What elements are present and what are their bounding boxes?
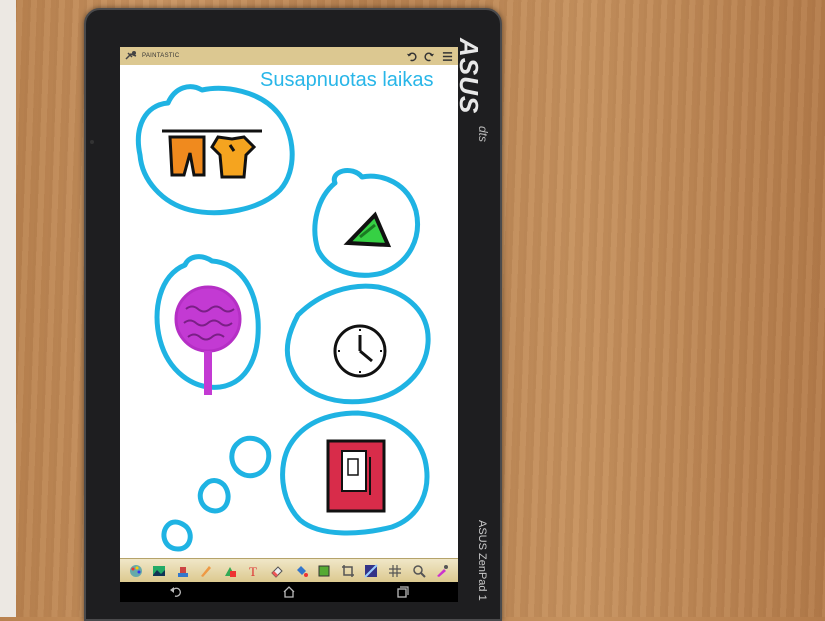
wall-edge	[0, 0, 16, 617]
brush-size-button[interactable]	[175, 563, 191, 579]
redo-button[interactable]	[422, 49, 436, 63]
redo-icon	[423, 51, 434, 61]
app-logo-icon[interactable]	[124, 49, 138, 63]
triangle-drawing	[343, 211, 392, 248]
recent-apps-button[interactable]	[392, 584, 412, 600]
tool-bar: T	[120, 558, 458, 582]
fill-bucket-icon	[296, 565, 308, 577]
undo-icon	[406, 51, 417, 61]
home-button[interactable]	[279, 584, 299, 600]
background-icon	[364, 563, 379, 578]
text-icon: T	[249, 564, 257, 578]
text-button[interactable]: T	[246, 563, 262, 579]
background-button[interactable]	[363, 563, 379, 579]
front-camera	[90, 140, 94, 144]
brush-size-icon	[177, 566, 188, 577]
palette-icon	[129, 564, 142, 577]
crop-icon	[341, 564, 354, 577]
palette-button[interactable]	[128, 563, 144, 579]
clock-drawing	[333, 324, 387, 378]
tablet-screen: PAINTASTIC Susapnuotas laikas T	[120, 47, 458, 602]
zoom-icon	[412, 564, 426, 578]
back-icon	[170, 587, 182, 597]
app-title: PAINTASTIC	[142, 53, 180, 59]
undo-button[interactable]	[404, 49, 418, 63]
thought-bubble-medium	[197, 478, 231, 514]
fill-bucket-button[interactable]	[293, 563, 309, 579]
image-button[interactable]	[151, 563, 167, 579]
menu-icon	[442, 51, 452, 61]
door-drawing	[326, 439, 386, 513]
crop-button[interactable]	[340, 563, 356, 579]
dts-badge: dts	[476, 126, 490, 143]
recent-apps-icon	[396, 586, 409, 598]
layer-icon	[318, 565, 330, 576]
layer-button[interactable]	[316, 563, 332, 579]
shapes-icon	[225, 566, 237, 577]
app-bar: PAINTASTIC	[120, 47, 458, 65]
grid-icon	[388, 564, 401, 577]
image-icon	[153, 565, 166, 576]
device-model-label: ASUS ZenPad 1	[476, 520, 488, 601]
drawing-layer	[135, 84, 431, 552]
drawing-canvas[interactable]: Susapnuotas laikas	[120, 65, 458, 558]
eyedropper-icon	[437, 564, 449, 577]
svg-text:T: T	[249, 564, 257, 578]
thought-bubble-large	[229, 435, 272, 479]
shapes-button[interactable]	[222, 563, 238, 579]
back-button[interactable]	[166, 584, 186, 600]
grid-button[interactable]	[387, 563, 403, 579]
eraser-icon	[271, 565, 283, 578]
android-nav-bar	[120, 582, 458, 602]
pencil-button[interactable]	[198, 563, 214, 579]
pencil-icon	[201, 565, 212, 577]
zoom-button[interactable]	[411, 563, 427, 579]
clothes-drawing	[162, 129, 262, 179]
eraser-button[interactable]	[269, 563, 285, 579]
home-icon	[283, 586, 295, 598]
thought-bubble-small	[161, 519, 193, 552]
eyedropper-button[interactable]	[434, 563, 450, 579]
menu-button[interactable]	[440, 49, 454, 63]
